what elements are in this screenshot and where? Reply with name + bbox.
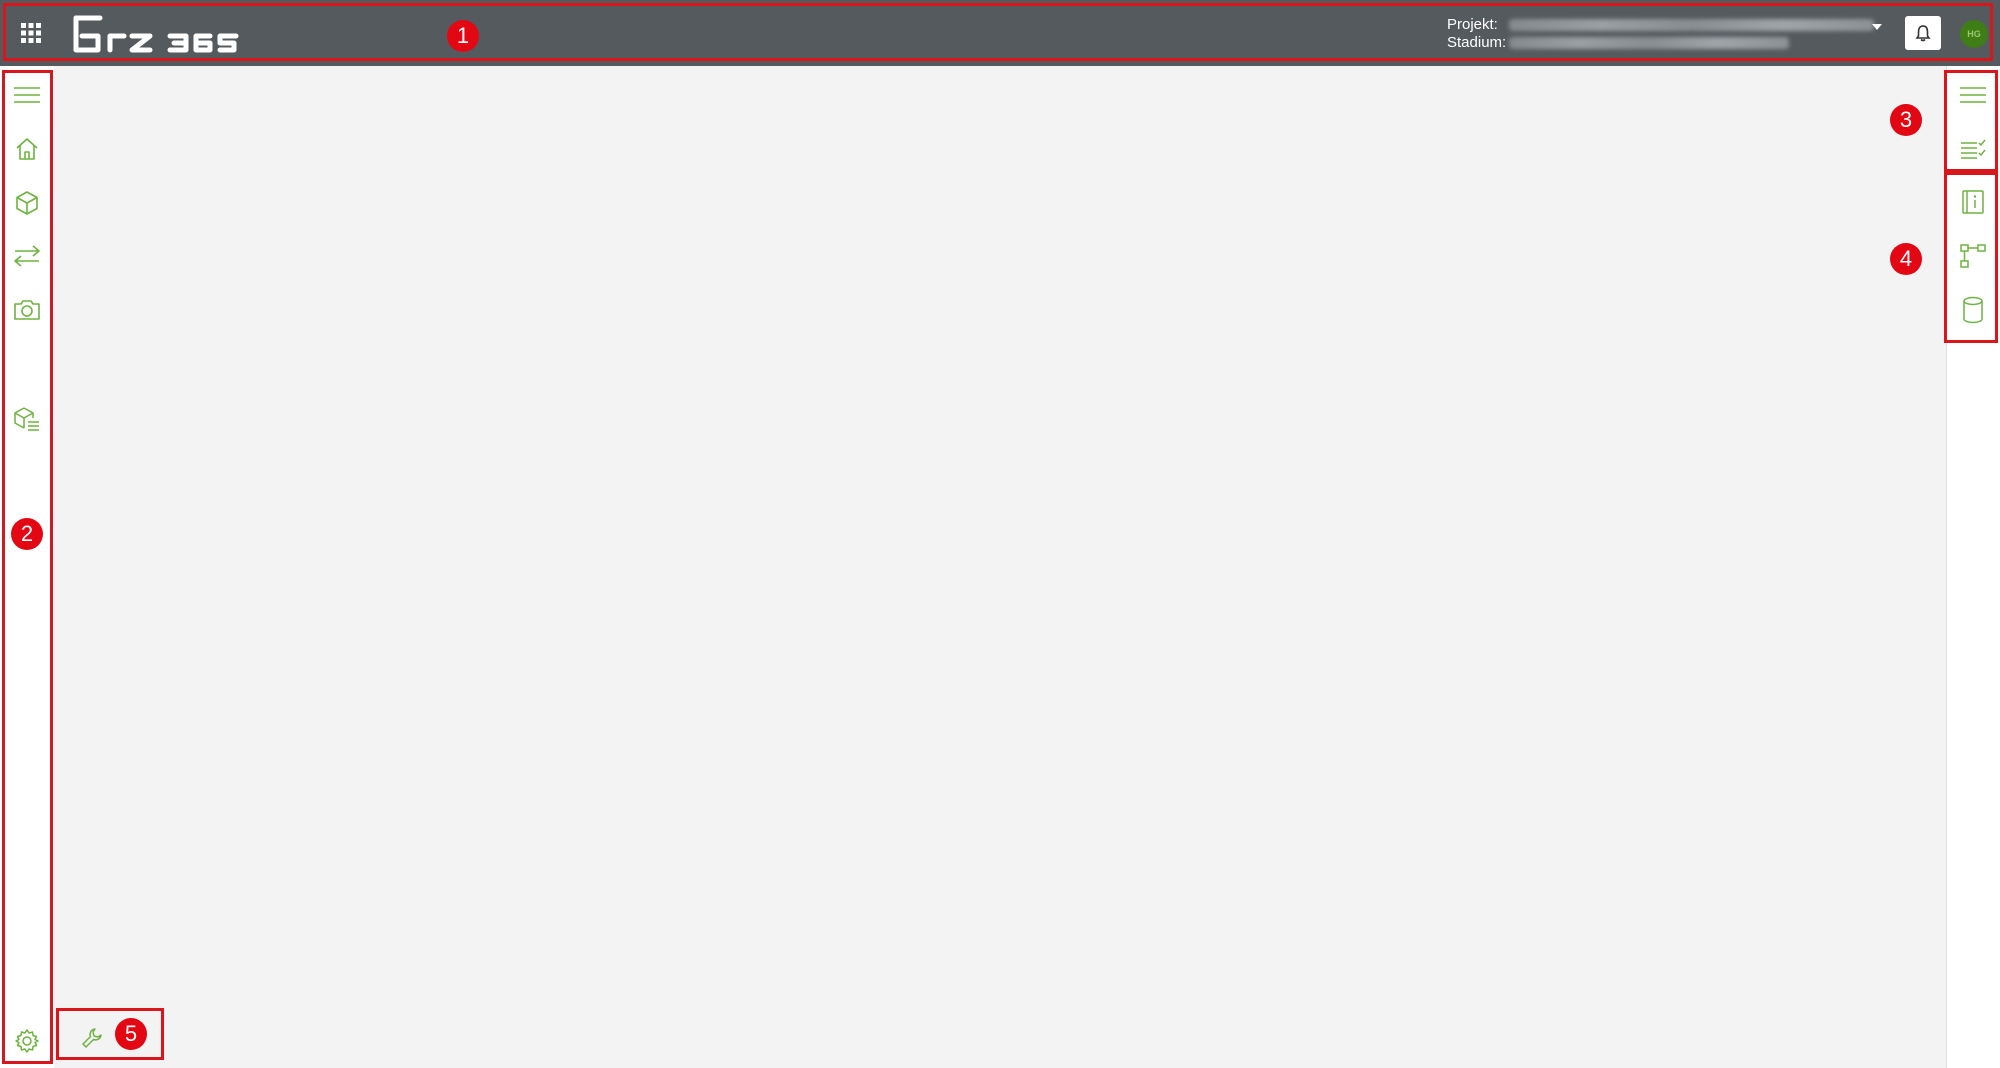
tools-panel: 5 bbox=[56, 1008, 164, 1060]
notifications-button[interactable] bbox=[1905, 16, 1941, 50]
gear-icon[interactable] bbox=[12, 1026, 42, 1056]
project-selector[interactable]: Projekt: Stadium: bbox=[1447, 16, 1874, 52]
cube-icon[interactable] bbox=[12, 188, 42, 218]
right-menu-icon[interactable] bbox=[1958, 80, 1988, 110]
database-icon[interactable] bbox=[1958, 295, 1988, 325]
home-icon[interactable] bbox=[12, 134, 42, 164]
project-dropdown-chevron-icon[interactable] bbox=[1872, 24, 1882, 30]
brz-365-logo[interactable] bbox=[70, 14, 250, 56]
user-avatar[interactable]: HG bbox=[1960, 20, 1988, 48]
annotation-marker-5: 5 bbox=[115, 1018, 147, 1050]
hierarchy-icon[interactable] bbox=[1958, 241, 1988, 271]
info-book-icon[interactable] bbox=[1958, 187, 1988, 217]
annotation-marker-1: 1 bbox=[447, 20, 479, 52]
project-label: Projekt: bbox=[1447, 16, 1498, 33]
main-content-area bbox=[54, 66, 1946, 1008]
bell-icon bbox=[1915, 24, 1931, 42]
annotation-marker-2: 2 bbox=[11, 518, 43, 550]
checklist-icon[interactable] bbox=[1958, 133, 1988, 163]
project-name-redacted bbox=[1509, 19, 1874, 31]
stage-name-redacted bbox=[1509, 37, 1789, 49]
left-menu-icon[interactable] bbox=[12, 80, 42, 110]
camera-icon[interactable] bbox=[12, 295, 42, 325]
stage-label: Stadium: bbox=[1447, 34, 1507, 51]
apps-grid-icon[interactable] bbox=[20, 22, 42, 44]
wrench-icon[interactable] bbox=[81, 1027, 103, 1049]
transfer-arrows-icon[interactable] bbox=[12, 241, 42, 271]
top-bar: 1 Projekt: Stadium: HG bbox=[0, 0, 2000, 66]
cube-list-icon[interactable] bbox=[12, 405, 42, 435]
